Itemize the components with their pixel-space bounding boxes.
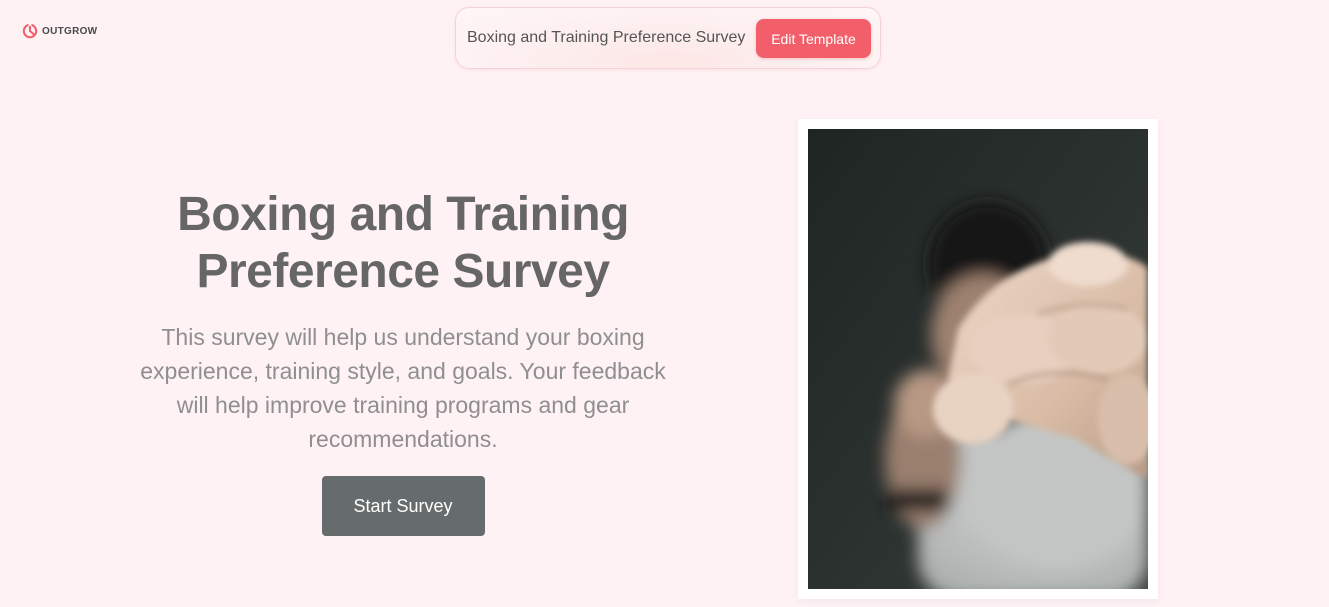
- template-title: Boxing and Training Preference Survey: [467, 29, 746, 46]
- edit-template-button[interactable]: Edit Template: [756, 19, 871, 58]
- page-description: This survey will help us understand your…: [140, 324, 666, 452]
- brand-logo[interactable]: OUTGROW: [22, 23, 97, 39]
- hero-section: Boxing and Training Preference Survey Th…: [100, 186, 706, 536]
- brand-name: OUTGROW: [42, 25, 98, 37]
- landing-page: OUTGROW Boxing and Training Preference S…: [0, 0, 1329, 607]
- start-survey-button[interactable]: Start Survey: [321, 476, 485, 536]
- template-toolbar: Boxing and Training Preference Survey Ed…: [455, 7, 881, 69]
- outgrow-logo-icon: [22, 23, 38, 39]
- hero-image-frame: [798, 119, 1158, 599]
- person-punching-fist-photo: [808, 129, 1148, 589]
- page-title: Boxing and Training Preference Survey: [177, 188, 629, 298]
